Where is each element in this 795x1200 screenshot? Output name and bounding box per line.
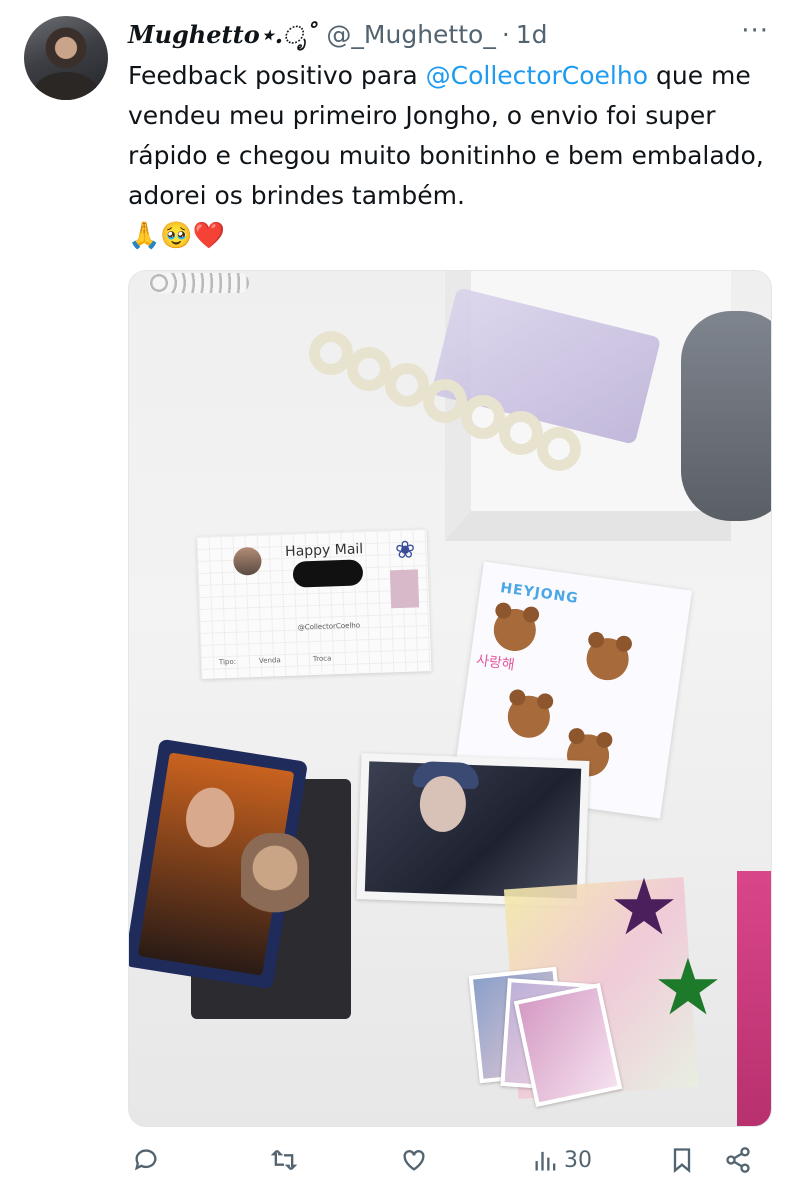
photo-bear-sticker <box>241 833 309 933</box>
tweet-emojis: 🙏🥹❤️ <box>128 221 226 251</box>
bear-sticker <box>485 599 545 656</box>
more-options-icon[interactable]: ··· <box>741 16 769 46</box>
photo-mini-prints <box>468 966 623 1107</box>
views-count: 30 <box>564 1147 592 1173</box>
mention-link[interactable]: @CollectorCoelho <box>426 61 648 90</box>
like-button[interactable] <box>400 1140 428 1180</box>
views-button[interactable]: 30 <box>532 1140 592 1180</box>
sticker-sheet-korean: 사랑해 <box>475 652 516 674</box>
paw-icon: ❀ <box>394 535 416 565</box>
card-venda: Venda <box>258 656 281 665</box>
card-troca: Troca <box>312 654 332 664</box>
photo-pink-box <box>737 871 771 1126</box>
card-avatar <box>232 546 262 576</box>
photo-pearl-bracelet <box>149 273 249 293</box>
bookmark-icon <box>673 1148 691 1173</box>
avatar[interactable] <box>24 16 108 100</box>
bear-sticker <box>578 628 638 686</box>
photo-card-right <box>356 753 590 907</box>
tweet-text: Feedback positivo para @CollectorCoelho … <box>128 56 768 256</box>
photo-binder-rings <box>309 311 609 511</box>
bear-sticker <box>499 685 559 743</box>
purple-star-icon: ★ <box>609 863 679 953</box>
views-icon <box>535 1151 556 1171</box>
card-tipo: Tipo: <box>218 657 237 667</box>
share-icon <box>726 1147 750 1173</box>
reply-icon <box>134 1149 157 1171</box>
photo-plush-toy <box>681 311 771 521</box>
reply-button[interactable] <box>132 1140 160 1180</box>
heart-icon <box>403 1150 425 1171</box>
card-mini-photo <box>389 569 420 609</box>
display-name[interactable]: Mughetto⋆.ೃ˚ <box>128 20 318 49</box>
retweet-icon <box>270 1149 298 1171</box>
photo-thank-you-card: Happy Mail ❀ @CollectorCoelho Tipo: Vend… <box>196 529 432 679</box>
card-redaction <box>292 559 364 588</box>
tweet-header: Mughetto⋆.ೃ˚ @_Mughetto_ · 1d ··· <box>128 14 779 54</box>
separator-dot: · <box>501 19 510 49</box>
card-handle: @CollectorCoelho <box>297 621 361 632</box>
avatar-silhouette <box>34 72 98 100</box>
retweet-button[interactable] <box>270 1140 298 1180</box>
timestamp[interactable]: 1d <box>516 20 548 49</box>
binder-ring <box>537 427 581 471</box>
green-star-icon: ★ <box>653 943 723 1033</box>
bookmark-button[interactable] <box>668 1140 696 1180</box>
action-bar: 30 <box>128 1136 768 1188</box>
tweet-photo[interactable]: Happy Mail ❀ @CollectorCoelho Tipo: Vend… <box>128 270 772 1127</box>
card-title: Happy Mail <box>284 541 364 560</box>
user-handle[interactable]: @_Mughetto_ <box>326 20 495 49</box>
share-button[interactable] <box>724 1140 752 1180</box>
tweet-text-start: Feedback positivo para <box>128 61 426 90</box>
